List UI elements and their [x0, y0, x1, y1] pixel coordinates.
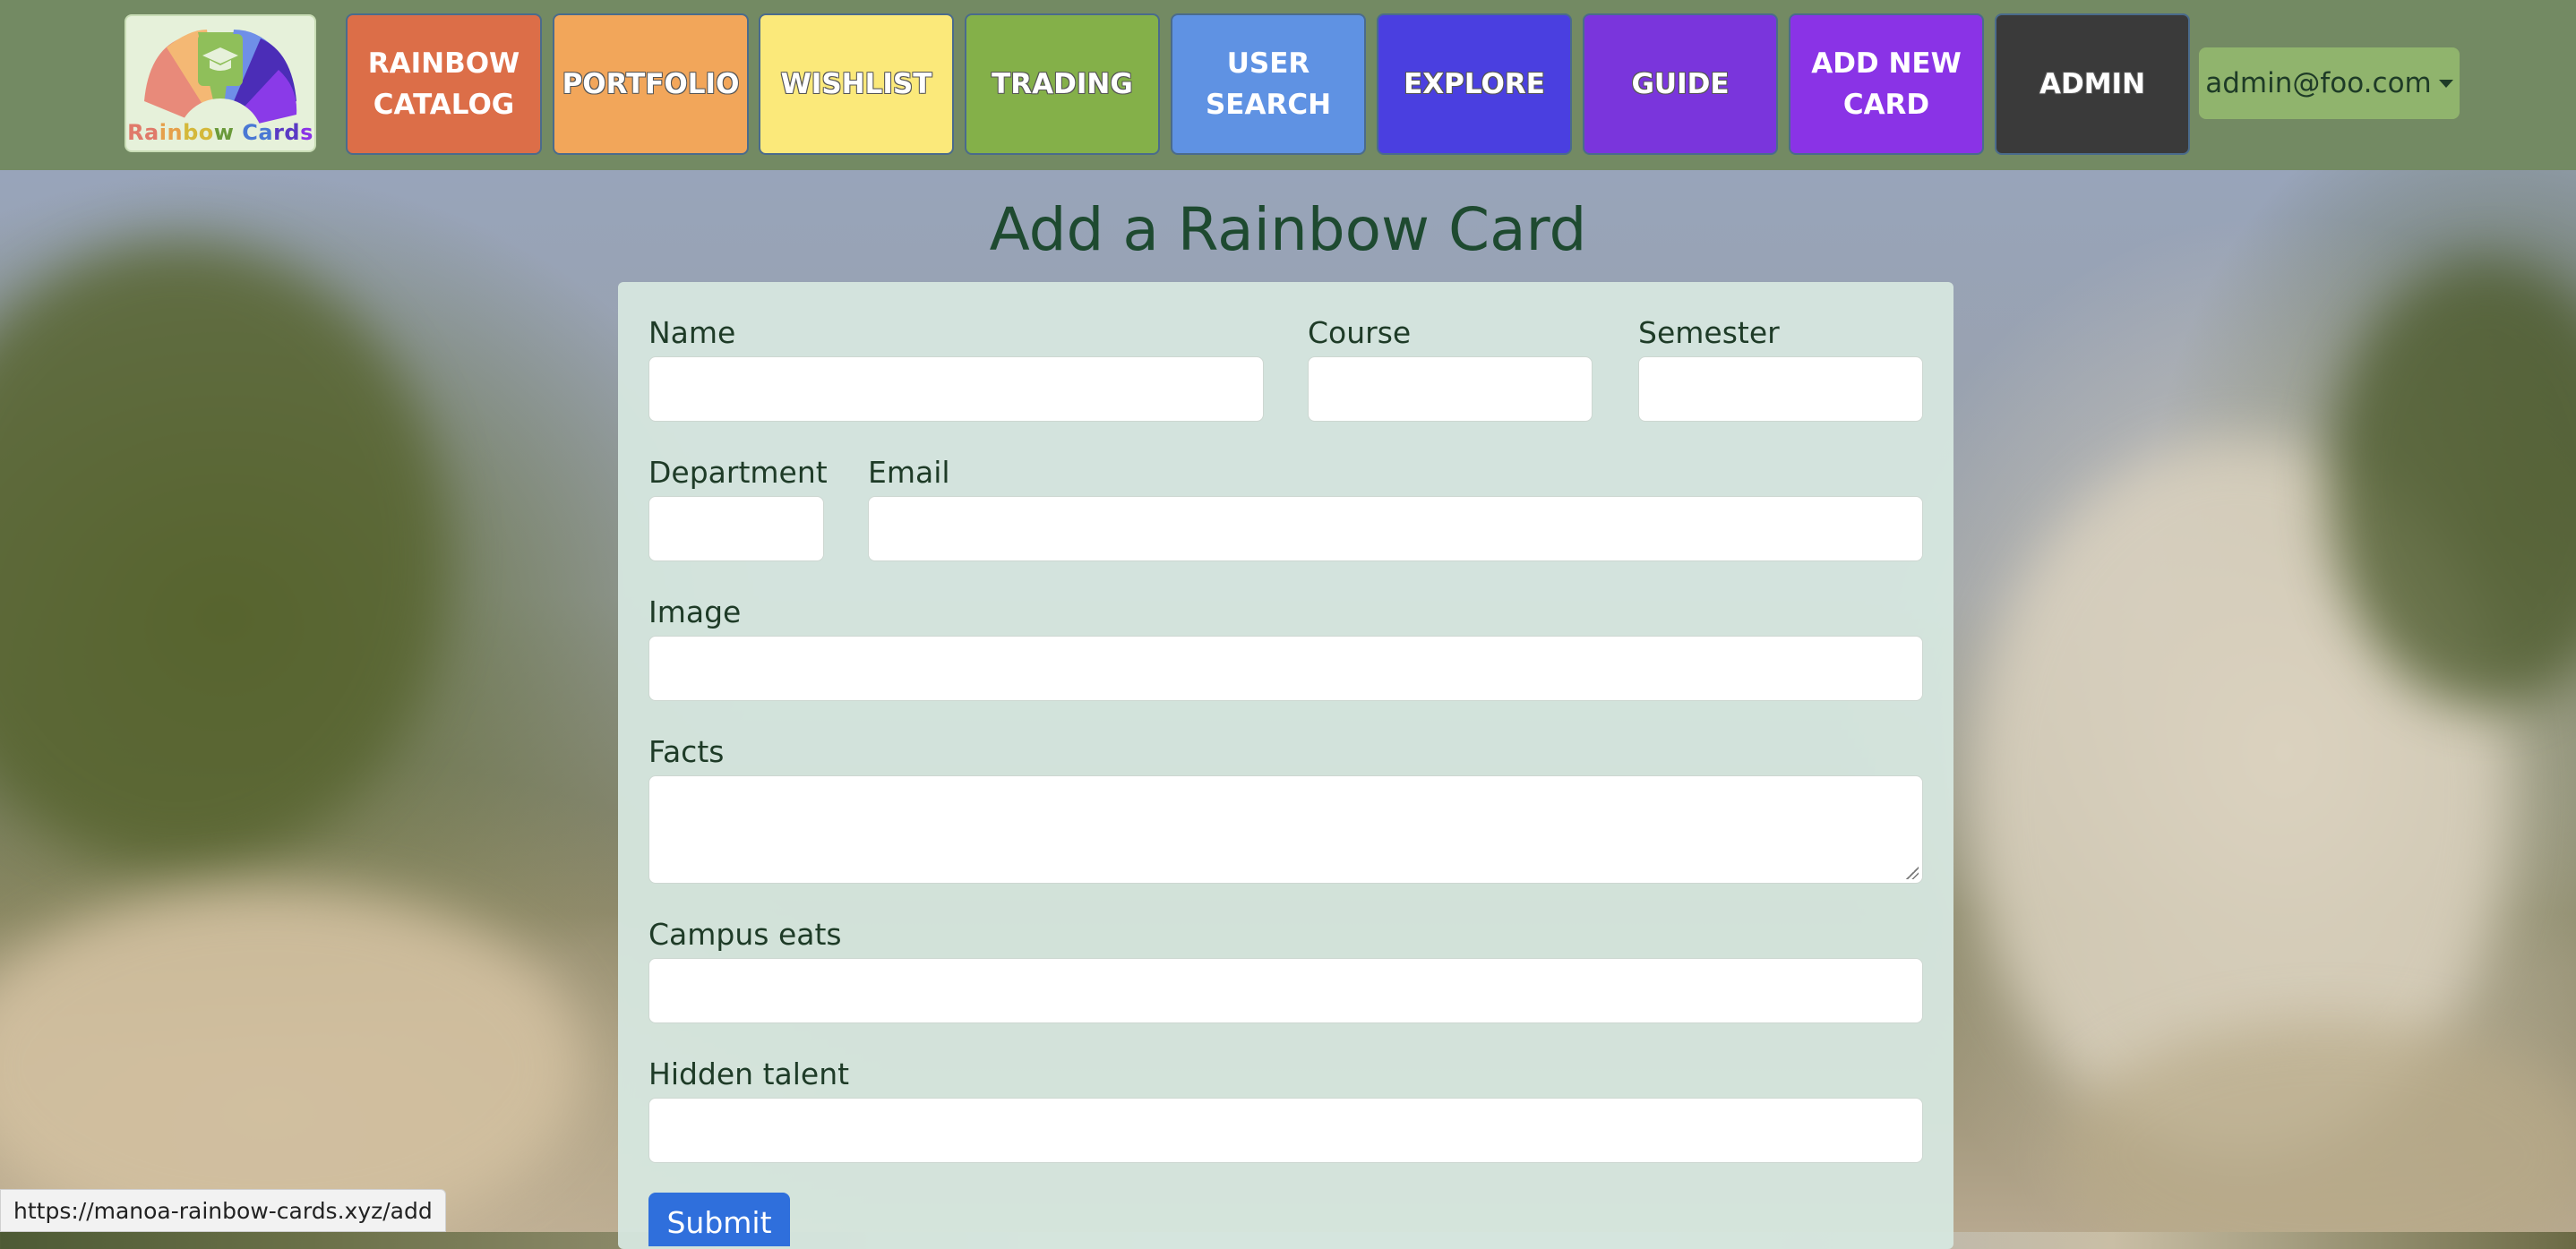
- nav-rainbow-catalog-button[interactable]: RAINBOW CATALOG: [346, 13, 542, 155]
- nav-portfolio-button[interactable]: PORTFOLIO: [553, 13, 749, 155]
- email-label: Email: [868, 455, 950, 490]
- nav-admin-button[interactable]: ADMIN: [1995, 13, 2190, 155]
- chevron-down-icon: [2438, 79, 2453, 88]
- navbar: Rainbow Cards RAINBOW CATALOG PORTFOLIO …: [0, 0, 2576, 170]
- image-input[interactable]: [648, 636, 1923, 701]
- status-bar-url: https://manoa-rainbow-cards.xyz/add: [0, 1189, 446, 1232]
- facts-textarea[interactable]: [648, 775, 1923, 884]
- hidden-talent-label: Hidden talent: [648, 1057, 850, 1091]
- rainbow-cards-logo[interactable]: Rainbow Cards: [125, 14, 316, 152]
- email-input[interactable]: [868, 496, 1923, 561]
- nav-user-search-button[interactable]: USER SEARCH: [1171, 13, 1366, 155]
- user-menu-dropdown[interactable]: admin@foo.com: [2199, 47, 2460, 119]
- campus-eats-input[interactable]: [648, 958, 1923, 1023]
- hidden-talent-input[interactable]: [648, 1098, 1923, 1163]
- department-input[interactable]: [648, 496, 824, 561]
- semester-label: Semester: [1638, 315, 1780, 350]
- submit-button[interactable]: Submit: [648, 1193, 790, 1246]
- department-label: Department: [648, 455, 828, 490]
- page-title: Add a Rainbow Card: [989, 195, 1587, 264]
- image-label: Image: [648, 595, 742, 629]
- nav-guide-button[interactable]: GUIDE: [1583, 13, 1778, 155]
- nav-explore-button[interactable]: EXPLORE: [1377, 13, 1572, 155]
- nav-wishlist-button[interactable]: WISHLIST: [759, 13, 954, 155]
- nav-trading-button[interactable]: TRADING: [965, 13, 1160, 155]
- nav-add-new-card-button[interactable]: ADD NEW CARD: [1789, 13, 1984, 155]
- resize-grip-icon[interactable]: [1906, 867, 1919, 879]
- course-label: Course: [1308, 315, 1412, 350]
- campus-eats-label: Campus eats: [648, 917, 842, 952]
- logo-text: Rainbow Cards: [127, 120, 313, 145]
- course-input[interactable]: [1308, 356, 1593, 422]
- user-menu-label: admin@foo.com: [2205, 67, 2432, 99]
- facts-label: Facts: [648, 734, 725, 769]
- name-label: Name: [648, 315, 736, 350]
- name-input[interactable]: [648, 356, 1264, 422]
- semester-input[interactable]: [1638, 356, 1923, 422]
